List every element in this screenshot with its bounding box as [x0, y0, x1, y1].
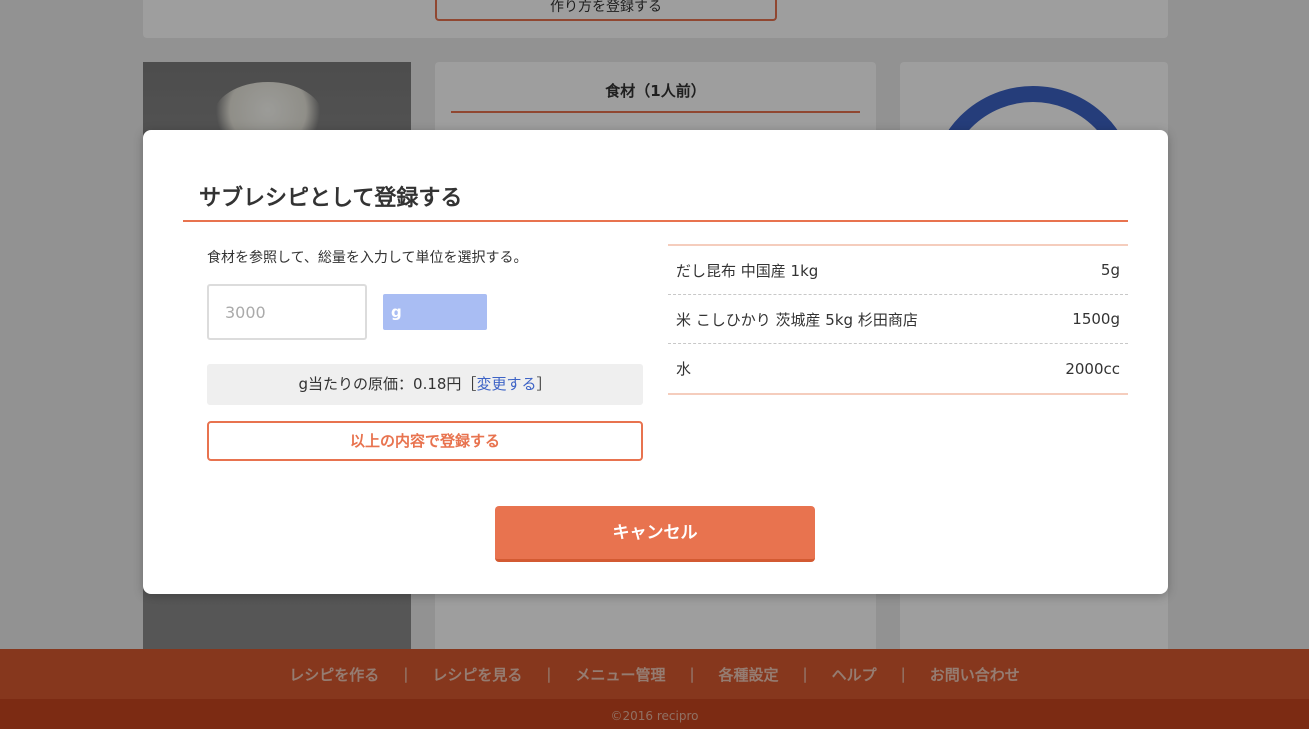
unit-cost-box: g当たりの原価：0.18円［変更する］ [207, 364, 643, 405]
unit-cost-bracket: ］ [536, 375, 552, 393]
modal-title-text: サブレシピとして登録する [199, 186, 463, 211]
footer-dim-overlay [0, 649, 1309, 729]
ingredient-amount: 2000cc [1065, 359, 1120, 378]
ingredient-name: 水 [676, 360, 692, 378]
register-button[interactable]: 以上の内容で登録する [207, 421, 643, 461]
ingredient-amount: 5g [1100, 261, 1120, 279]
change-cost-link[interactable]: 変更する [476, 375, 536, 393]
instruction-text: 食材を参照して、総量を入力して単位を選択する。 [207, 250, 528, 266]
modal-title: サブレシピとして登録する [183, 166, 1128, 222]
list-item: 米 こしひかり 茨城産 5kg 杉田商店 1500g [668, 295, 1128, 344]
unit-select[interactable]: g [383, 294, 487, 330]
unit-cost-text: g当たりの原価：0.18円［ [298, 375, 477, 393]
ingredient-list: だし昆布 中国産 1kg 5g 米 こしひかり 茨城産 5kg 杉田商店 150… [668, 244, 1128, 395]
register-subrecipe-modal: サブレシピとして登録する 食材を参照して、総量を入力して単位を選択する。 g g… [143, 130, 1168, 594]
ingredient-name: 米 こしひかり 茨城産 5kg 杉田商店 [676, 310, 918, 329]
cancel-button[interactable]: キャンセル [495, 506, 815, 562]
list-item: だし昆布 中国産 1kg 5g [668, 246, 1128, 295]
ingredient-name: だし昆布 中国産 1kg [676, 261, 819, 280]
list-item: 水 2000cc [668, 344, 1128, 393]
total-amount-input[interactable] [207, 284, 367, 340]
ingredient-amount: 1500g [1072, 310, 1120, 328]
